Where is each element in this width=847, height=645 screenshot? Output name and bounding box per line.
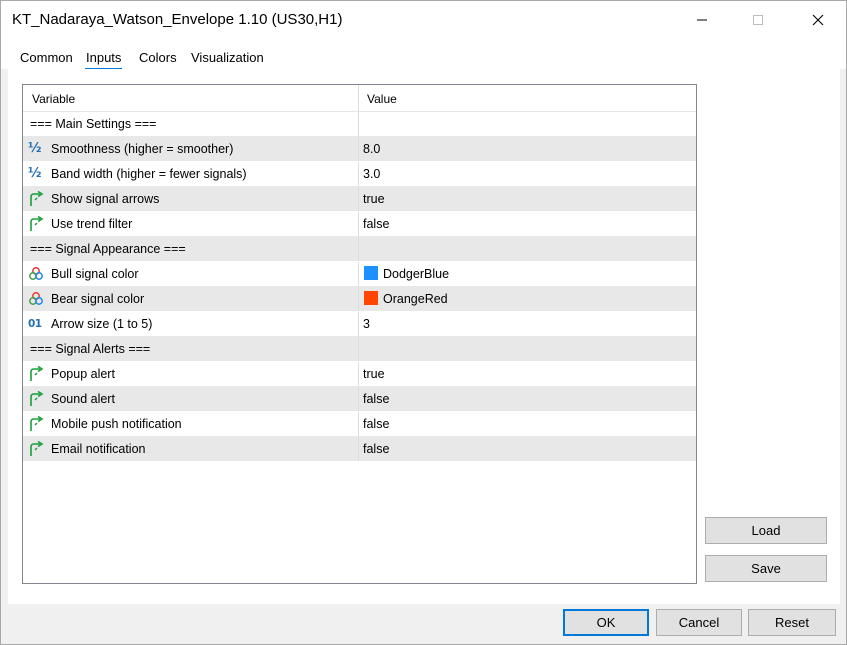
inputs-table: Variable Value === Main Settings === ½ S… (22, 84, 697, 584)
variable-name: Smoothness (higher = smoother) (51, 142, 234, 156)
column-divider (358, 237, 359, 261)
variable-name: Email notification (51, 442, 146, 456)
variable-value[interactable]: false (363, 217, 389, 231)
section-label: === Signal Appearance === (30, 242, 186, 256)
minimize-button[interactable] (679, 1, 725, 39)
close-icon (812, 14, 824, 26)
variable-value[interactable]: true (363, 192, 385, 206)
variable-name: Show signal arrows (51, 192, 160, 206)
section-label: === Main Settings === (30, 117, 157, 131)
variable-name: Band width (higher = fewer signals) (51, 167, 247, 181)
column-divider (358, 162, 359, 186)
table-header: Variable Value (23, 85, 696, 112)
column-divider (358, 312, 359, 336)
table-row-section-alerts[interactable]: === Signal Alerts === (23, 337, 696, 362)
variable-name: Arrow size (1 to 5) (51, 317, 153, 331)
color-swatch-orangered[interactable] (364, 291, 378, 305)
table-row-section-main[interactable]: === Main Settings === (23, 112, 696, 137)
ok-button[interactable]: OK (563, 609, 649, 636)
variable-name: Mobile push notification (51, 417, 182, 431)
table-row[interactable]: 01 Arrow size (1 to 5) 3 (23, 312, 696, 337)
tab-common[interactable]: Common (19, 50, 74, 70)
maximize-button[interactable] (735, 1, 781, 39)
table-row[interactable]: ½ Smoothness (higher = smoother) 8.0 (23, 137, 696, 162)
column-divider (358, 337, 359, 361)
column-divider (358, 287, 359, 311)
tab-inputs[interactable]: Inputs (85, 50, 123, 70)
bool-arrow-icon (30, 191, 44, 206)
table-row[interactable]: ½ Band width (higher = fewer signals) 3.… (23, 162, 696, 187)
variable-name: Sound alert (51, 392, 115, 406)
table-row[interactable]: Popup alert true (23, 362, 696, 387)
column-header-value[interactable]: Value (367, 92, 397, 106)
column-divider (358, 412, 359, 436)
variable-name: Popup alert (51, 367, 115, 381)
column-divider (358, 187, 359, 211)
variable-value[interactable]: 8.0 (363, 142, 380, 156)
save-button[interactable]: Save (705, 555, 827, 582)
table-row[interactable]: Bull signal color DodgerBlue (23, 262, 696, 287)
column-divider (358, 137, 359, 161)
load-button[interactable]: Load (705, 517, 827, 544)
variable-value[interactable]: DodgerBlue (383, 267, 449, 281)
table-row[interactable]: Mobile push notification false (23, 412, 696, 437)
color-palette-icon (29, 292, 43, 305)
integer-icon: 01 (28, 318, 42, 330)
table-row-section-appearance[interactable]: === Signal Appearance === (23, 237, 696, 262)
title-bar: KT_Nadaraya_Watson_Envelope 1.10 (US30,H… (1, 1, 846, 39)
bool-arrow-icon (30, 216, 44, 231)
column-divider (358, 387, 359, 411)
table-row[interactable]: Use trend filter false (23, 212, 696, 237)
column-divider (358, 212, 359, 236)
maximize-icon (753, 15, 763, 25)
column-divider (358, 437, 359, 461)
half-icon: ½ (28, 166, 42, 181)
column-divider (358, 362, 359, 386)
column-divider (358, 262, 359, 286)
variable-value[interactable]: false (363, 442, 389, 456)
variable-name: Bear signal color (51, 292, 145, 306)
bool-arrow-icon (30, 416, 44, 431)
window-title: KT_Nadaraya_Watson_Envelope 1.10 (US30,H… (12, 11, 343, 28)
variable-value[interactable]: false (363, 417, 389, 431)
variable-name: Bull signal color (51, 267, 139, 281)
tab-colors[interactable]: Colors (138, 50, 178, 70)
variable-value[interactable]: OrangeRed (383, 292, 448, 306)
variable-value[interactable]: true (363, 367, 385, 381)
close-button[interactable] (795, 1, 841, 39)
color-swatch-dodgerblue[interactable] (364, 266, 378, 280)
tab-visualization[interactable]: Visualization (190, 50, 265, 70)
table-row[interactable]: Show signal arrows true (23, 187, 696, 212)
bool-arrow-icon (30, 441, 44, 456)
cancel-button[interactable]: Cancel (656, 609, 742, 636)
variable-value[interactable]: 3 (363, 317, 370, 331)
color-palette-icon (29, 267, 43, 280)
section-label: === Signal Alerts === (30, 342, 151, 356)
column-divider[interactable] (358, 85, 359, 111)
variable-value[interactable]: 3.0 (363, 167, 380, 181)
bool-arrow-icon (30, 366, 44, 381)
column-header-variable[interactable]: Variable (32, 92, 75, 106)
variable-name: Use trend filter (51, 217, 133, 231)
column-divider (358, 112, 359, 136)
dialog-window: KT_Nadaraya_Watson_Envelope 1.10 (US30,H… (0, 0, 847, 645)
tab-bar: Common Inputs Colors Visualization (1, 39, 846, 70)
table-row[interactable]: Sound alert false (23, 387, 696, 412)
bool-arrow-icon (30, 391, 44, 406)
half-icon: ½ (28, 141, 42, 156)
table-row[interactable]: Bear signal color OrangeRed (23, 287, 696, 312)
minimize-icon (697, 19, 707, 21)
reset-button[interactable]: Reset (748, 609, 836, 636)
variable-value[interactable]: false (363, 392, 389, 406)
table-row[interactable]: Email notification false (23, 437, 696, 462)
